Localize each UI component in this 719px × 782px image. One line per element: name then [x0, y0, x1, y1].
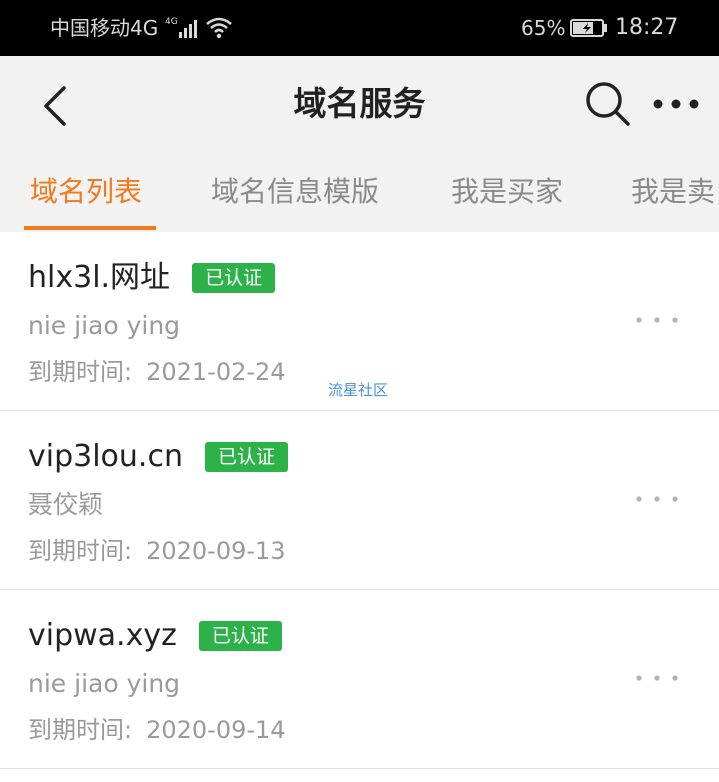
item-more-icon[interactable] [634, 314, 680, 326]
verified-badge: 已认证 [192, 263, 276, 293]
tab-domain-template[interactable]: 域名信息模版 [211, 172, 379, 212]
expiry-date: 2020-09-13 [146, 537, 286, 565]
more-dots-icon[interactable] [650, 92, 702, 116]
expiry-info: 到期时间: 2021-02-24 [28, 355, 286, 389]
search-icon[interactable] [584, 80, 632, 128]
tab-bar: 域名列表 域名信息模版 我是买家 我是卖 [0, 154, 719, 232]
app-header: 域名服务 [0, 56, 719, 154]
item-more-icon[interactable] [634, 493, 680, 505]
list-item[interactable]: vip3lou.cn 已认证 聂佼颖 到期时间: 2020-09-13 [0, 411, 719, 590]
domain-name: hlx3l.网址 [28, 260, 171, 295]
carrier-label: 中国移动4G [50, 16, 159, 40]
tab-seller[interactable]: 我是卖 [631, 172, 715, 212]
signal-icon: 4G [165, 17, 197, 38]
verified-badge: 已认证 [198, 621, 282, 651]
owner-name: 聂佼颖 [28, 490, 104, 519]
expiry-date: 2021-02-24 [146, 358, 286, 386]
expiry-label: 到期时间: [28, 358, 133, 386]
tab-buyer[interactable]: 我是买家 [451, 172, 563, 212]
expiry-label: 到期时间: [28, 716, 133, 744]
battery-percent: 65% [521, 16, 566, 40]
expiry-info: 到期时间: 2020-09-13 [28, 534, 286, 568]
battery-charging-icon [570, 19, 607, 37]
watermark-text: 流星社区 [328, 381, 389, 399]
list-item[interactable]: vipwa.xyz 已认证 nie jiao ying 到期时间: 2020-09… [0, 590, 719, 769]
expiry-date: 2020-09-14 [146, 716, 286, 744]
domain-name: vipwa.xyz [28, 618, 177, 653]
verified-badge: 已认证 [204, 442, 288, 472]
network-badge: 4G [165, 17, 178, 27]
owner-name: nie jiao ying [28, 669, 181, 698]
tab-domain-list[interactable]: 域名列表 [30, 172, 142, 212]
owner-name: nie jiao ying [28, 311, 181, 340]
domain-name: vip3lou.cn [28, 439, 183, 474]
domain-row: vip3lou.cn 已认证 [28, 435, 288, 479]
expiry-info: 到期时间: 2020-09-14 [28, 713, 286, 747]
active-tab-indicator [24, 226, 156, 230]
domain-list: hlx3l.网址 已认证 nie jiao ying 到期时间: 2021-02-… [0, 232, 719, 769]
domain-row: hlx3l.网址 已认证 [28, 256, 276, 300]
clock: 18:27 [615, 15, 679, 40]
expiry-label: 到期时间: [28, 537, 133, 565]
wifi-icon [206, 17, 232, 39]
status-bar: 中国移动4G 4G 65% 18:27 [0, 0, 719, 56]
item-more-icon[interactable] [634, 672, 680, 684]
domain-row: vipwa.xyz 已认证 [28, 614, 282, 658]
